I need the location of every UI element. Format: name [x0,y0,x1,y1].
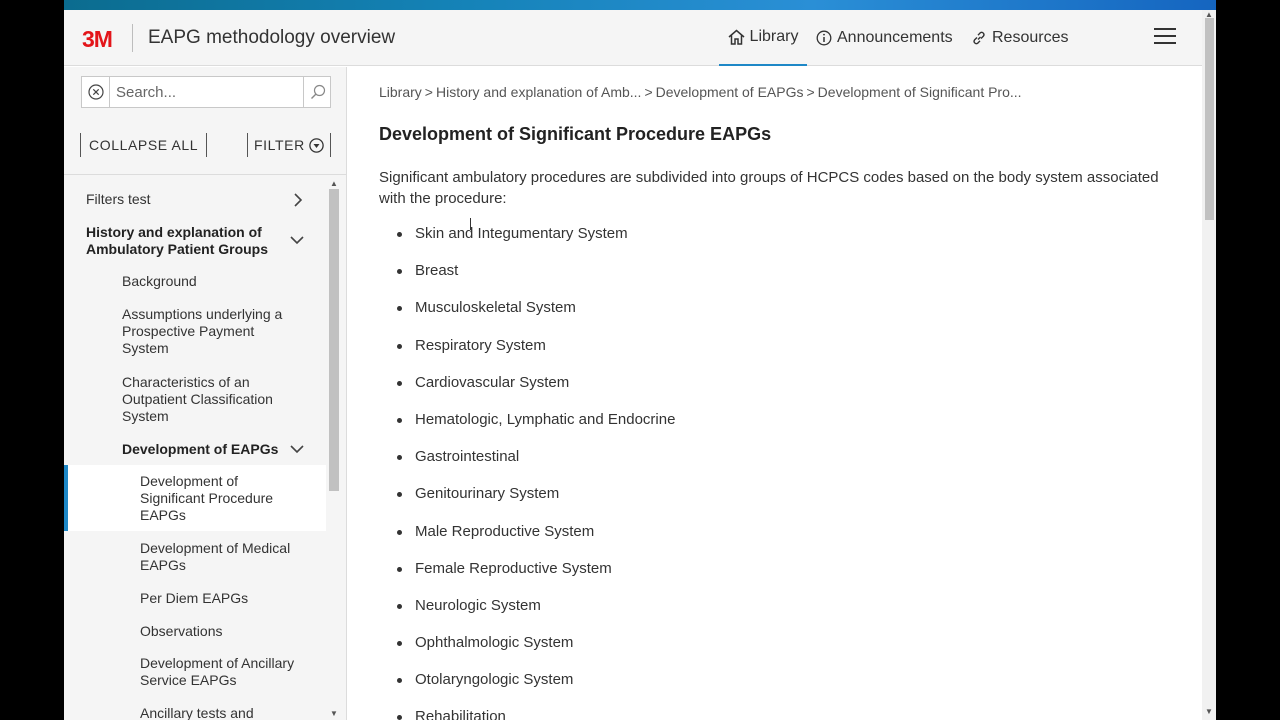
tree-item-per-diem[interactable]: Per Diem EAPGs [140,590,248,607]
menu-icon[interactable] [1154,28,1176,46]
chevron-down-icon[interactable] [290,235,304,245]
filter-label: FILTER [254,137,305,153]
list-item: Male Reproductive System [379,522,675,559]
library-tree: Filters test History and explanation of … [64,181,326,720]
list-item: Cardiovascular System [379,373,675,410]
main-scrollbar[interactable]: ▲ ▼ [1202,10,1216,720]
list-item: Female Reproductive System [379,559,675,596]
chevron-right-icon[interactable] [292,193,304,207]
sidebar-scroll-thumb[interactable] [329,189,339,491]
list-item: Respiratory System [379,336,675,373]
nav-library[interactable]: Library [719,10,807,66]
list-item: Breast [379,261,675,298]
filter-button[interactable]: FILTER [247,133,331,157]
tree-item-history[interactable]: History and explanation of Ambulatory Pa… [86,224,276,258]
breadcrumb-separator: > [424,84,433,100]
collapse-all-button[interactable]: COLLAPSE ALL [80,133,208,157]
nav-library-label: Library [749,28,799,45]
list-item: Ophthalmologic System [379,633,675,670]
tree-item-filters-test[interactable]: Filters test [86,191,151,208]
tree-item-characteristics[interactable]: Characteristics of an Outpatient Classif… [122,374,297,425]
tree-item-background[interactable]: Background [122,273,197,290]
nav-resources[interactable]: Resources [971,10,1068,66]
text-cursor [470,218,471,230]
nav-announcements-label: Announcements [837,29,953,46]
tree-item-ancillary-service[interactable]: Development of Ancillary Service EAPGs [140,655,310,689]
body-system-list: Skin and Integumentary System Breast Mus… [379,224,675,720]
nav-resources-label: Resources [992,29,1069,46]
scroll-up-arrow-icon[interactable]: ▲ [330,179,338,188]
chevron-down-circle-icon [309,137,324,153]
breadcrumb-separator: > [806,84,815,100]
app-title: EAPG methodology overview [148,27,396,48]
list-item: Otolaryngologic System [379,670,675,707]
tree-item-observations[interactable]: Observations [140,623,222,640]
breadcrumb-item[interactable]: Library [379,84,422,100]
list-item: Gastrointestinal [379,447,675,484]
tree-item-assumptions[interactable]: Assumptions underlying a Prospective Pay… [122,306,297,357]
search-input[interactable] [109,77,303,107]
logo-divider [132,24,133,52]
search-button[interactable] [303,77,331,107]
search-icon [310,84,325,99]
search-box [81,76,331,108]
breadcrumb-separator: > [644,84,653,100]
list-item: Genitourinary System [379,484,675,521]
list-item: Rehabilitation [379,707,675,720]
scroll-down-arrow-icon[interactable]: ▼ [1205,707,1213,716]
app-header: 3M EAPG methodology overview Library Ann… [64,10,1202,66]
clear-search-icon[interactable] [88,84,104,100]
info-icon [816,30,832,46]
page-title: Development of Significant Procedure EAP… [379,124,772,144]
list-item: Hematologic, Lymphatic and Endocrine [379,410,675,447]
list-item: Neurologic System [379,596,675,633]
intro-paragraph: Significant ambulatory procedures are su… [379,169,1159,207]
list-item: Musculoskeletal System [379,298,675,335]
scroll-down-arrow-icon[interactable]: ▼ [330,709,338,718]
top-gradient-stripe [64,0,1216,10]
main-content: Library > History and explanation of Amb..… [348,67,1202,720]
main-scroll-thumb[interactable] [1205,18,1214,220]
breadcrumb-item-current: Development of Significant Pro... [817,84,1022,100]
sidebar-divider [64,174,347,175]
app-window: 3M EAPG methodology overview Library Ann… [64,0,1216,720]
brand-logo[interactable]: 3M [82,26,113,53]
breadcrumb-item[interactable]: Development of EAPGs [656,84,804,100]
home-icon [728,29,745,45]
list-item: Skin and Integumentary System [379,224,675,261]
link-icon [973,31,985,45]
nav-announcements[interactable]: Announcements [816,10,953,66]
tree-item-medical[interactable]: Development of Medical EAPGs [140,540,310,574]
tree-item-significant-procedure[interactable]: Development of Significant Procedure EAP… [140,473,300,524]
chevron-down-icon[interactable] [290,444,304,454]
tree-item-ancillary-tests[interactable]: Ancillary tests and [140,705,254,720]
sidebar-scrollbar[interactable]: ▲ ▼ [326,179,342,720]
tree-item-development-eapgs[interactable]: Development of EAPGs [122,441,278,458]
breadcrumb: Library > History and explanation of Amb..… [379,84,1022,100]
breadcrumb-item[interactable]: History and explanation of Amb... [436,84,641,100]
sidebar: COLLAPSE ALL FILTER Filters test History… [64,67,347,720]
